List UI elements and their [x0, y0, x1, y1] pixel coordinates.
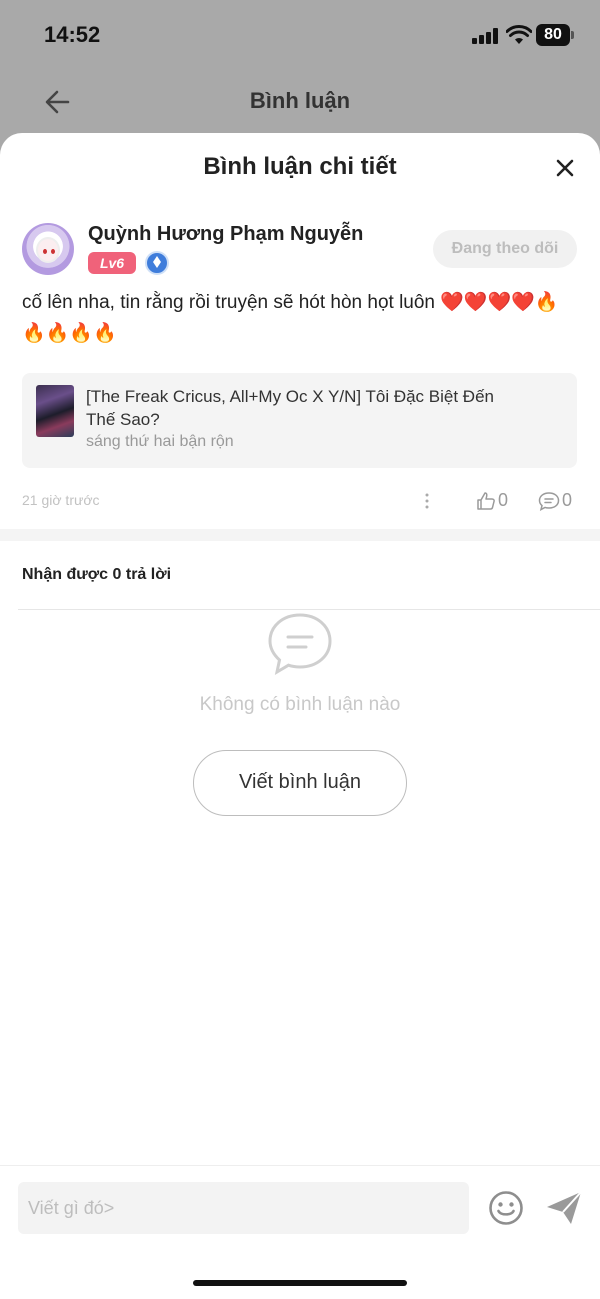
- like-count: 0: [498, 490, 509, 510]
- level-badge: Lv6: [88, 252, 136, 274]
- story-chapter: sáng thứ hai bận rộn: [86, 433, 234, 450]
- more-icon[interactable]: [424, 492, 430, 510]
- like-icon[interactable]: [476, 491, 496, 511]
- comment-input-bar: [0, 1165, 600, 1299]
- emoji-icon[interactable]: [488, 1190, 524, 1226]
- avatar-eye: [51, 249, 55, 254]
- battery-indicator: 80: [536, 24, 570, 46]
- empty-state-text: Không có bình luận nào: [199, 694, 401, 715]
- status-bar: 14:52 80: [0, 0, 600, 70]
- sheet-title: Bình luận chi tiết: [203, 153, 397, 180]
- signal-icon: [472, 28, 498, 44]
- avatar-eye: [43, 249, 47, 254]
- follow-button[interactable]: Đang theo dõi: [433, 230, 577, 268]
- avatar-face: [36, 237, 60, 263]
- story-title: [The Freak Cricus, All+My Oc X Y/N] Tôi …: [86, 387, 494, 429]
- write-comment-button[interactable]: Viết bình luận: [193, 750, 407, 816]
- nav-bar: Bình luận: [0, 70, 600, 134]
- avatar[interactable]: [22, 223, 74, 275]
- comment-meta: 21 giờ trước 0 0: [22, 489, 578, 513]
- chat-bubble-icon: [268, 613, 332, 676]
- section-divider: [0, 529, 600, 541]
- comment-text: cố lên nha, tin rằng rồi truyện sẽ hót h…: [22, 292, 559, 344]
- wifi-icon: [506, 25, 532, 44]
- divider: [18, 609, 600, 610]
- story-cover: [36, 385, 74, 437]
- page-title: Bình luận: [249, 88, 351, 113]
- send-icon[interactable]: [545, 1190, 583, 1226]
- rank-badge-icon: [145, 251, 169, 275]
- home-indicator: [193, 1280, 407, 1286]
- username[interactable]: Quỳnh Hương Phạm Nguyễn: [88, 223, 363, 246]
- status-time: 14:52: [44, 22, 101, 47]
- comment-icon[interactable]: [538, 491, 560, 511]
- close-icon[interactable]: [552, 155, 578, 181]
- battery-tip: [571, 31, 574, 39]
- story-card[interactable]: [The Freak Cricus, All+My Oc X Y/N] Tôi …: [22, 373, 577, 468]
- comment-time: 21 giờ trước: [22, 492, 100, 508]
- reply-count: 0: [562, 490, 573, 510]
- comment-input[interactable]: [18, 1182, 469, 1234]
- replies-count-label: Nhận được 0 trả lời: [22, 566, 172, 583]
- comment-detail-sheet: Bình luận chi tiết Quỳnh Hương Phạm Nguy…: [0, 133, 600, 1299]
